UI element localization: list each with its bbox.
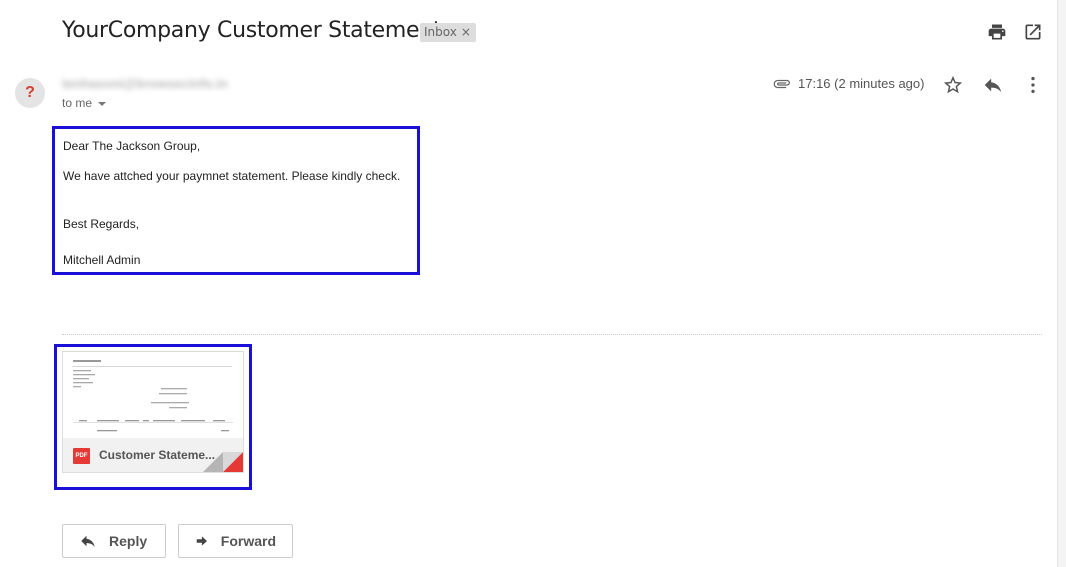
open-in-new-window-icon[interactable] [1023,22,1043,42]
attachment-thumbnail [63,352,243,438]
attachment-filename[interactable]: Customer Stateme... [99,448,215,462]
reply-button[interactable]: Reply [62,524,166,558]
remove-label-icon[interactable]: × [461,25,471,39]
vertical-scrollbar[interactable] [1057,0,1066,567]
star-icon[interactable] [942,74,964,96]
reply-button-label: Reply [109,533,148,549]
reply-arrow-icon [81,535,95,547]
forward-button-label: Forward [220,533,276,549]
paperclip-icon [773,79,790,88]
time-text: 17:16 (2 minutes ago) [798,76,925,91]
page-fold-icon [203,452,243,472]
chevron-down-icon[interactable] [98,101,107,106]
forward-button[interactable]: Forward [178,524,293,558]
forward-arrow-icon [196,536,208,546]
attachment-footer[interactable]: PDF Customer Stateme... [63,438,243,472]
inbox-label-chip[interactable]: Inbox × [420,23,476,42]
reply-icon[interactable] [982,74,1004,96]
body-signature: Mitchell Admin [63,253,141,267]
body-regards: Best Regards, [63,217,140,231]
attachment-card[interactable]: PDF Customer Stateme... [62,351,244,473]
message-time: 17:16 (2 minutes ago) [772,76,924,91]
recipient-dropdown[interactable]: to me [62,96,107,110]
more-vert-icon[interactable] [1022,74,1044,96]
sender-avatar[interactable]: ? [15,78,45,108]
email-subject: YourCompany Customer Statement [62,18,442,43]
message-body: Dear The Jackson Group, We have attched … [52,126,420,275]
body-greeting: Dear The Jackson Group, [63,139,201,153]
attachment-divider [62,334,1042,335]
body-paragraph: We have attched your paymnet statement. … [63,169,401,183]
recipient-text: to me [62,96,93,110]
sender-email[interactable]: tenhasoni@browsecinfo.in [62,76,228,91]
inbox-label-text: Inbox [424,25,457,39]
pdf-icon: PDF [73,448,90,464]
print-icon[interactable] [987,22,1007,42]
